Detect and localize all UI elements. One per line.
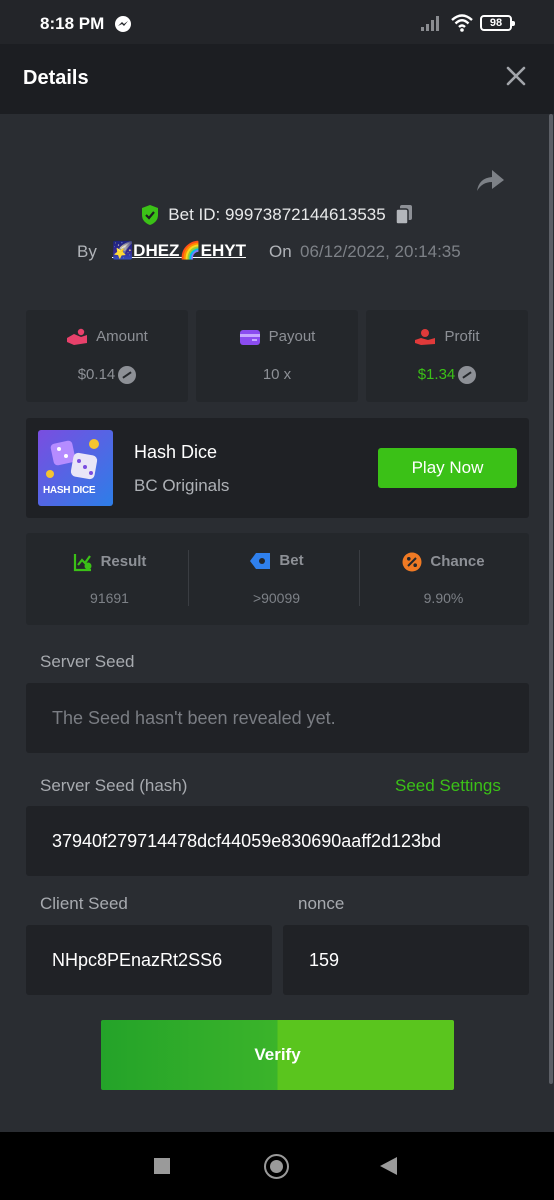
payout-value: 10 x [262,366,292,383]
wallet-icon [239,330,260,346]
shield-check-icon [142,205,159,225]
bet-date: 06/12/2022, 20:14:35 [300,242,461,261]
game-thumb-label: HASH DICE [43,485,96,496]
game-provider: BC Originals [134,476,230,495]
currency-coin-icon [118,366,137,385]
recents-icon[interactable] [154,1158,170,1174]
payout-card: Payout 10 x [196,310,358,402]
status-time: 8:18 PM [40,14,105,33]
result-value: 91691 [90,590,129,606]
nonce-label: nonce [298,894,345,913]
chance-value: 9.90% [423,590,464,606]
profit-label: Profit [444,328,480,345]
chance-label: Chance [430,552,485,570]
hand-coin-icon [67,328,88,346]
amount-card: Amount $0.14 [26,310,188,402]
bet-id: Bet ID: 99973872144613535 [168,205,386,224]
back-icon[interactable] [380,1157,397,1175]
verify-button[interactable]: Verify [101,1020,454,1090]
nonce-field[interactable]: 159 [283,925,529,995]
profit-card: Profit $1.34 [366,310,528,402]
bet-id-row: Bet ID: 99973872144613535 [0,204,554,234]
profit-value: $1.34 [417,366,456,383]
amount-label: Amount [96,328,148,345]
game-card: HASH DICE Hash Dice BC Originals Play No… [26,418,529,518]
percent-icon [402,552,422,572]
by-label: By [77,242,97,261]
share-icon[interactable] [474,166,506,194]
game-name: Hash Dice [134,442,218,462]
client-seed-field[interactable]: NHpc8PEnazRt2SS6 [26,925,272,995]
on-label: On [269,242,292,261]
chance-column: Chance 9.90% [360,533,527,625]
server-hash-label: Server Seed (hash) [40,776,188,795]
result-card: Result 91691 Bet >90099 Chance 9.90% [26,533,529,625]
wifi-icon [451,14,473,32]
status-bar: 8:18 PM 98 [0,0,554,44]
result-label: Result [100,552,147,570]
game-thumbnail[interactable]: HASH DICE [38,430,113,506]
bet-column: Bet >90099 [193,533,360,625]
payout-label: Payout [268,328,316,345]
client-seed-label: Client Seed [40,894,128,913]
currency-coin-icon [458,366,477,385]
play-now-button[interactable]: Play Now [378,448,517,488]
signal-icon [421,16,439,31]
home-icon[interactable] [264,1154,289,1179]
page-title: Details [23,67,89,89]
result-column: Result 91691 [26,533,193,625]
amount-value: $0.14 [77,366,116,383]
server-seed-field: The Seed hasn't been revealed yet. [26,683,529,753]
system-nav-bar [0,1132,554,1200]
battery-icon: 98 [480,15,515,31]
user-link[interactable]: 🌠DHEZ🌈EHYT [112,241,246,261]
server-seed-label: Server Seed [40,652,135,671]
ticket-icon [250,553,271,570]
divider [188,550,189,606]
details-header: Details [0,44,554,114]
copy-icon[interactable] [394,204,414,226]
bet-meta-row: By 🌠DHEZ🌈EHYT On 06/12/2022, 20:14:35 [0,238,554,266]
bet-label: Bet [279,552,304,569]
chart-check-icon [73,554,92,572]
seed-settings-link[interactable]: Seed Settings [395,776,501,796]
profit-icon [415,329,436,346]
bet-value: >90099 [252,590,301,606]
server-hash-field[interactable]: 37940f279714478dcf44059e830690aaff2d123b… [26,806,529,876]
close-icon[interactable] [500,60,532,92]
messenger-icon [115,16,131,32]
